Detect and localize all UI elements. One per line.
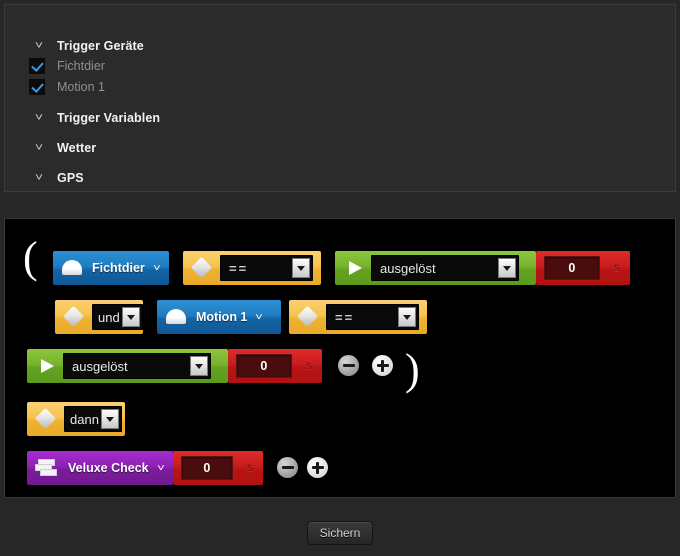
- block-delay-1[interactable]: 0 s: [536, 251, 630, 285]
- add-action-button[interactable]: [307, 457, 328, 478]
- operator-value: ==: [229, 260, 249, 276]
- device-row-motion-1[interactable]: Motion 1: [29, 77, 105, 97]
- tree-group-label: Trigger Variablen: [57, 111, 161, 125]
- open-paren: (: [23, 233, 38, 282]
- state-select-1[interactable]: ausgelöst: [371, 255, 519, 281]
- save-button[interactable]: Sichern: [307, 521, 373, 545]
- chevron-down-icon[interactable]: [121, 307, 140, 327]
- rule-workspace: ( Fichtdier ˅ == ausgelöst 0 s und Motio…: [4, 218, 676, 498]
- chevron-down-icon[interactable]: ˅: [29, 142, 49, 154]
- block-delay-2[interactable]: 0 s: [228, 349, 322, 383]
- block-action-label: Veluxe Check: [68, 461, 149, 475]
- trigger-tree-panel: ˅ Trigger Geräte Fichtdier Motion 1 ˅ Tr…: [4, 4, 676, 192]
- delay-unit: s: [246, 462, 253, 474]
- tree-group-wetter[interactable]: ˅ Wetter: [31, 138, 96, 158]
- block-then-dann[interactable]: dann: [27, 402, 125, 436]
- tree-group-label: Wetter: [57, 141, 97, 155]
- checkbox-fichtdier[interactable]: [29, 58, 45, 74]
- chevron-down-icon[interactable]: ˅: [256, 312, 264, 323]
- diamond-icon: [63, 306, 85, 328]
- play-icon: [35, 355, 57, 377]
- block-state-2[interactable]: ausgelöst: [27, 349, 228, 383]
- chevron-down-icon[interactable]: [190, 356, 208, 376]
- chevron-down-icon[interactable]: [398, 307, 416, 327]
- chevron-down-icon[interactable]: ˅: [29, 172, 49, 184]
- tree-group-trigger-geraete[interactable]: ˅ Trigger Geräte: [31, 36, 144, 56]
- block-operator-1[interactable]: ==: [183, 251, 321, 285]
- delay-unit: s: [305, 360, 312, 372]
- device-label: Fichtdier: [57, 59, 105, 73]
- device-row-fichtdier[interactable]: Fichtdier: [29, 56, 105, 76]
- chevron-down-icon[interactable]: ˅: [29, 40, 49, 52]
- device-label: Motion 1: [57, 80, 105, 94]
- lamp-icon: [61, 260, 83, 276]
- checkbox-motion-1[interactable]: [29, 79, 45, 95]
- chevron-down-icon[interactable]: [292, 258, 310, 278]
- remove-action-button[interactable]: [277, 457, 298, 478]
- operator-select-2[interactable]: ==: [326, 304, 419, 330]
- block-device-motion-1[interactable]: Motion 1 ˅: [157, 300, 281, 334]
- chevron-down-icon[interactable]: [100, 409, 119, 429]
- play-icon: [343, 257, 365, 279]
- block-device-label: Motion 1: [196, 310, 248, 324]
- delay-input-2[interactable]: 0: [236, 354, 292, 378]
- scene-icon: [35, 459, 59, 477]
- diamond-icon: [191, 257, 213, 279]
- block-delay-3[interactable]: 0 s: [173, 451, 263, 485]
- then-select[interactable]: dann: [64, 406, 122, 432]
- block-device-fichtdier[interactable]: Fichtdier ˅: [53, 251, 169, 285]
- diamond-icon: [297, 306, 319, 328]
- tree-group-gps[interactable]: ˅ GPS: [31, 168, 84, 188]
- delay-unit: s: [613, 262, 620, 274]
- chevron-down-icon[interactable]: ˅: [153, 263, 161, 274]
- state-select-2[interactable]: ausgelöst: [63, 353, 211, 379]
- close-paren: ): [405, 345, 420, 394]
- conjunction-value: und: [98, 309, 120, 325]
- block-action-veluxe-check[interactable]: Veluxe Check ˅: [27, 451, 173, 485]
- block-operator-2[interactable]: ==: [289, 300, 427, 334]
- chevron-down-icon[interactable]: ˅: [29, 112, 49, 124]
- operator-value: ==: [335, 309, 355, 325]
- then-value: dann: [70, 411, 99, 427]
- diamond-icon: [35, 408, 57, 430]
- operator-select-1[interactable]: ==: [220, 255, 313, 281]
- state-value: ausgelöst: [72, 358, 128, 374]
- state-value: ausgelöst: [380, 260, 436, 276]
- block-state-1[interactable]: ausgelöst: [335, 251, 536, 285]
- block-device-label: Fichtdier: [92, 261, 145, 275]
- tree-group-label: Trigger Geräte: [57, 39, 144, 53]
- conjunction-select[interactable]: und: [92, 304, 143, 330]
- remove-condition-button[interactable]: [338, 355, 359, 376]
- chevron-down-icon[interactable]: ˅: [157, 463, 165, 474]
- tree-group-label: GPS: [57, 171, 84, 185]
- add-condition-button[interactable]: [372, 355, 393, 376]
- lamp-icon: [165, 309, 187, 325]
- chevron-down-icon[interactable]: [498, 258, 516, 278]
- delay-input-1[interactable]: 0: [544, 256, 600, 280]
- block-conjunction-und[interactable]: und: [55, 300, 143, 334]
- tree-group-trigger-variablen[interactable]: ˅ Trigger Variablen: [31, 108, 160, 128]
- delay-input-3[interactable]: 0: [181, 456, 233, 480]
